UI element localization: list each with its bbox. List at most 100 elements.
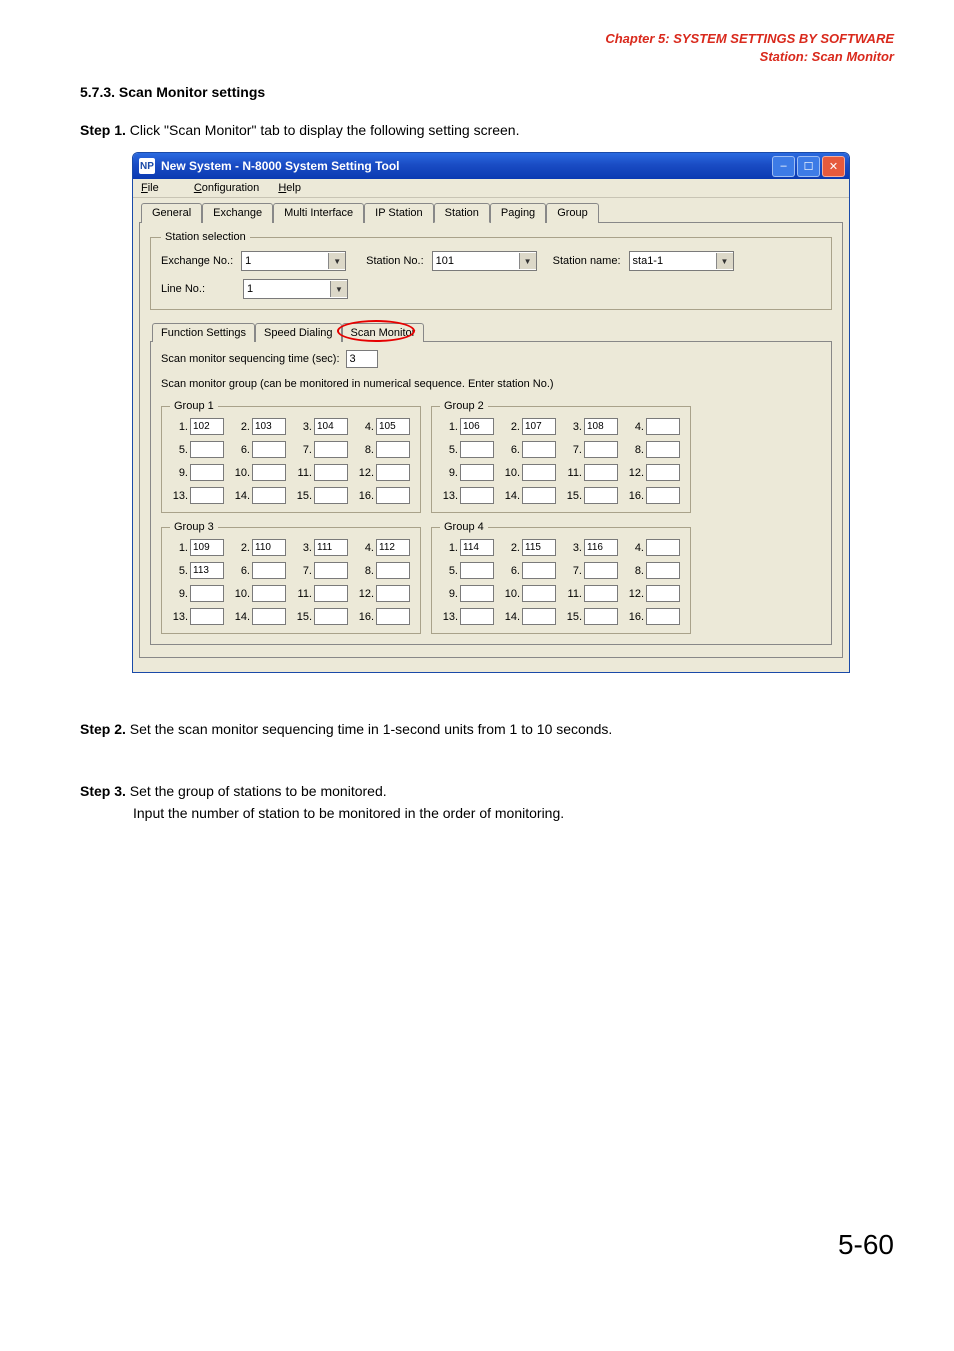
exchange-no-combo[interactable]: ▼ <box>241 251 346 271</box>
group-3-input-8[interactable] <box>376 562 410 579</box>
group-2-input-7[interactable] <box>584 441 618 458</box>
chevron-down-icon[interactable]: ▼ <box>716 253 733 269</box>
group-3-input-9[interactable] <box>190 585 224 602</box>
group-1-input-7[interactable] <box>314 441 348 458</box>
chevron-down-icon[interactable]: ▼ <box>519 253 536 269</box>
group-1-input-2[interactable] <box>252 418 286 435</box>
seq-time-input[interactable] <box>346 350 378 368</box>
group-1-input-9[interactable] <box>190 464 224 481</box>
group-3-input-13[interactable] <box>190 608 224 625</box>
tab-paging[interactable]: Paging <box>490 203 546 223</box>
group-3-input-10[interactable] <box>252 585 286 602</box>
group-2-input-6[interactable] <box>522 441 556 458</box>
close-button[interactable]: ✕ <box>822 156 845 177</box>
menu-configuration[interactable]: Configuration <box>194 182 259 194</box>
group-4-input-2[interactable] <box>522 539 556 556</box>
group-2-input-11[interactable] <box>584 464 618 481</box>
tab-scan-monitor[interactable]: Scan Monitor <box>342 323 425 342</box>
menu-help[interactable]: Help <box>278 182 301 194</box>
tab-group[interactable]: Group <box>546 203 599 223</box>
group-1-input-16[interactable] <box>376 487 410 504</box>
group-2-input-4[interactable] <box>646 418 680 435</box>
group-1-input-15[interactable] <box>314 487 348 504</box>
group-1-input-1[interactable] <box>190 418 224 435</box>
cell-number: 16. <box>356 490 374 502</box>
group-1-input-3[interactable] <box>314 418 348 435</box>
group-4-cell-10: 10. <box>502 585 558 602</box>
tab-station[interactable]: Station <box>434 203 490 223</box>
group-2-input-15[interactable] <box>584 487 618 504</box>
menubar: File Configuration Help <box>133 179 849 198</box>
group-3-input-3[interactable] <box>314 539 348 556</box>
group-2: Group 21.2.3.4.5.6.7.8.9.10.11.12.13.14.… <box>431 400 691 513</box>
group-4-input-15[interactable] <box>584 608 618 625</box>
line-no-input[interactable] <box>244 281 330 297</box>
group-1-input-14[interactable] <box>252 487 286 504</box>
group-2-input-12[interactable] <box>646 464 680 481</box>
group-4-input-14[interactable] <box>522 608 556 625</box>
group-3-input-12[interactable] <box>376 585 410 602</box>
station-name-input[interactable] <box>630 253 716 269</box>
group-3-input-7[interactable] <box>314 562 348 579</box>
minimize-button[interactable]: – <box>772 156 795 177</box>
station-name-combo[interactable]: ▼ <box>629 251 734 271</box>
tab-exchange[interactable]: Exchange <box>202 203 273 223</box>
group-3-input-6[interactable] <box>252 562 286 579</box>
group-4-input-13[interactable] <box>460 608 494 625</box>
group-2-input-3[interactable] <box>584 418 618 435</box>
group-3-input-4[interactable] <box>376 539 410 556</box>
group-2-input-2[interactable] <box>522 418 556 435</box>
station-no-combo[interactable]: ▼ <box>432 251 537 271</box>
group-1-input-13[interactable] <box>190 487 224 504</box>
tab-general[interactable]: General <box>141 203 202 223</box>
maximize-button[interactable]: ☐ <box>797 156 820 177</box>
group-3-input-1[interactable] <box>190 539 224 556</box>
group-3-input-14[interactable] <box>252 608 286 625</box>
group-2-input-5[interactable] <box>460 441 494 458</box>
group-3-input-11[interactable] <box>314 585 348 602</box>
group-2-input-14[interactable] <box>522 487 556 504</box>
group-4-input-4[interactable] <box>646 539 680 556</box>
group-3-input-16[interactable] <box>376 608 410 625</box>
group-2-input-10[interactable] <box>522 464 556 481</box>
group-2-input-16[interactable] <box>646 487 680 504</box>
group-4-input-12[interactable] <box>646 585 680 602</box>
group-1-input-10[interactable] <box>252 464 286 481</box>
group-4-input-5[interactable] <box>460 562 494 579</box>
group-4-input-6[interactable] <box>522 562 556 579</box>
tab-ip-station[interactable]: IP Station <box>364 203 434 223</box>
group-4-input-3[interactable] <box>584 539 618 556</box>
group-4-input-8[interactable] <box>646 562 680 579</box>
cell-number: 9. <box>440 588 458 600</box>
station-no-input[interactable] <box>433 253 519 269</box>
group-1-input-8[interactable] <box>376 441 410 458</box>
group-3-input-2[interactable] <box>252 539 286 556</box>
menu-file[interactable]: File <box>141 182 175 194</box>
group-4-input-16[interactable] <box>646 608 680 625</box>
group-2-input-9[interactable] <box>460 464 494 481</box>
group-3-input-5[interactable] <box>190 562 224 579</box>
group-1-input-6[interactable] <box>252 441 286 458</box>
line-no-combo[interactable]: ▼ <box>243 279 348 299</box>
chevron-down-icon[interactable]: ▼ <box>328 253 345 269</box>
exchange-no-input[interactable] <box>242 253 328 269</box>
group-4-input-1[interactable] <box>460 539 494 556</box>
group-2-input-13[interactable] <box>460 487 494 504</box>
group-1-input-5[interactable] <box>190 441 224 458</box>
group-1-input-4[interactable] <box>376 418 410 435</box>
group-2-input-8[interactable] <box>646 441 680 458</box>
station-no-label: Station No.: <box>366 255 423 267</box>
cell-number: 14. <box>502 490 520 502</box>
group-3-input-15[interactable] <box>314 608 348 625</box>
tab-multi-interface[interactable]: Multi Interface <box>273 203 364 223</box>
group-1-input-11[interactable] <box>314 464 348 481</box>
tab-function-settings[interactable]: Function Settings <box>152 323 255 342</box>
chevron-down-icon[interactable]: ▼ <box>330 281 347 297</box>
tab-speed-dialing[interactable]: Speed Dialing <box>255 323 342 342</box>
group-4-input-10[interactable] <box>522 585 556 602</box>
group-4-input-11[interactable] <box>584 585 618 602</box>
group-2-input-1[interactable] <box>460 418 494 435</box>
group-4-input-9[interactable] <box>460 585 494 602</box>
group-4-input-7[interactable] <box>584 562 618 579</box>
group-1-input-12[interactable] <box>376 464 410 481</box>
